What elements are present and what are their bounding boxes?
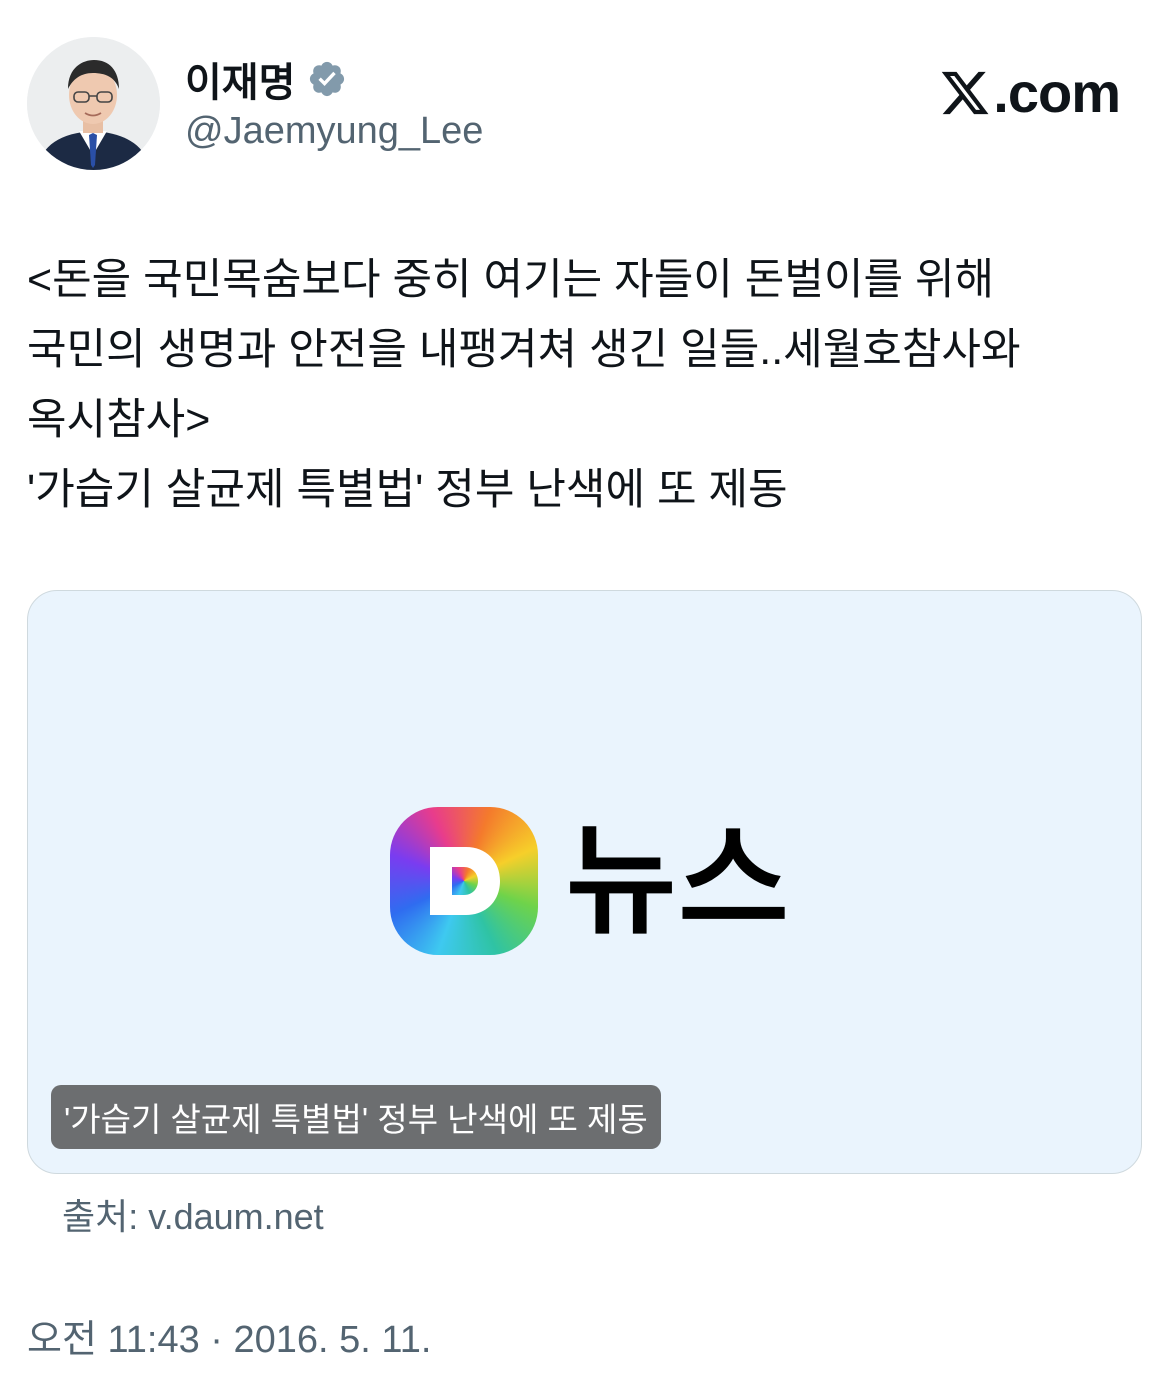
link-preview-card[interactable]: 뉴스 '가습기 살균제 특별법' 정부 난색에 또 제동 bbox=[27, 590, 1142, 1174]
tweet-text-line: <돈을 국민목숨보다 중히 여기는 자들이 돈벌이를 위해 bbox=[27, 256, 995, 304]
site-logo-text: .com bbox=[993, 61, 1121, 124]
avatar-portrait bbox=[27, 37, 160, 170]
tweet-text-line: 국민의 생명과 안전을 내팽겨쳐 생긴 일들..세월호참사와 bbox=[27, 326, 1021, 374]
x-logo-icon bbox=[939, 67, 991, 119]
card-brand-text: 뉴스 bbox=[566, 814, 791, 948]
author-avatar[interactable] bbox=[27, 37, 160, 170]
tweet-text: <돈을 국민목숨보다 중히 여기는 자들이 돈벌이를 위해 국민의 생명과 안전… bbox=[27, 245, 1142, 525]
author-display-name-row[interactable]: 이재명 bbox=[185, 50, 347, 108]
site-logo: .com bbox=[939, 60, 1121, 125]
author-handle[interactable]: @Jaemyung_Lee bbox=[185, 110, 483, 153]
verified-badge-icon bbox=[307, 59, 347, 99]
card-caption: '가습기 살균제 특별법' 정부 난색에 또 제동 bbox=[51, 1085, 661, 1149]
tweet-timestamp[interactable]: 오전 11:43 · 2016. 5. 11. bbox=[27, 1308, 431, 1363]
daum-d-logo-icon bbox=[390, 807, 538, 955]
card-brand: 뉴스 bbox=[390, 807, 791, 955]
tweet-text-line: 옥시참사> bbox=[27, 396, 211, 444]
tweet-text-line: '가습기 살균제 특별법' 정부 난색에 또 제동 bbox=[27, 466, 788, 514]
card-source-link[interactable]: 출처: v.daum.net bbox=[62, 1188, 324, 1240]
author-display-name[interactable]: 이재명 bbox=[185, 50, 295, 108]
